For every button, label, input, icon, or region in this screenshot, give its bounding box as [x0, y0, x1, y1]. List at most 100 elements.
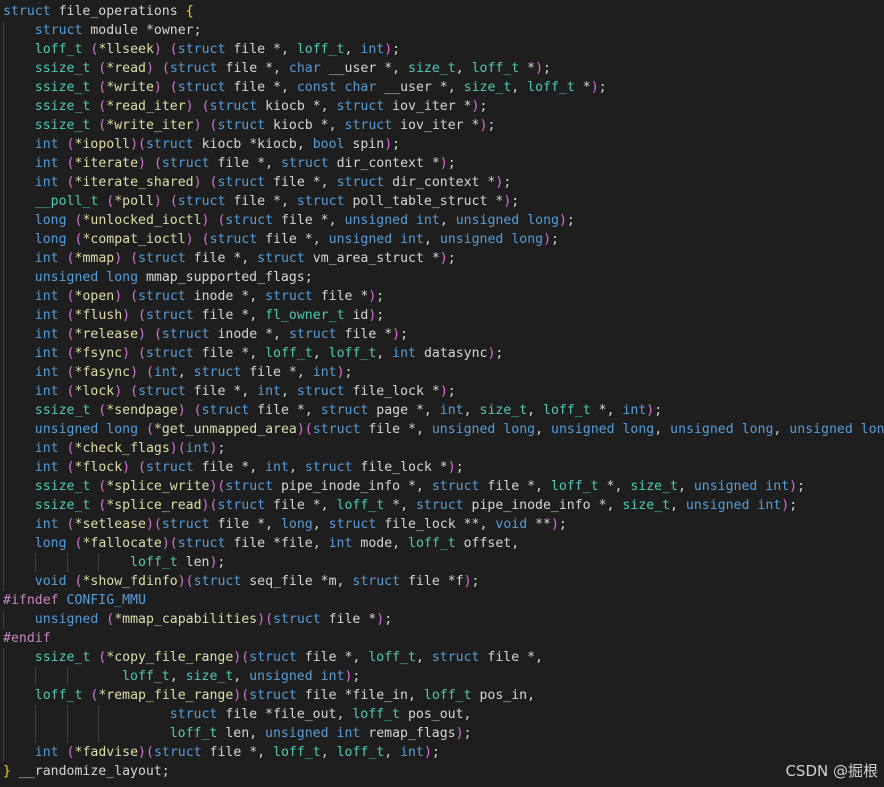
code-token: file *, [225, 194, 297, 209]
code-token: ( [169, 536, 178, 551]
indent-guide [3, 705, 4, 724]
code-token: loff_t [423, 688, 472, 703]
code-token: , [169, 669, 186, 684]
code-token: , [376, 346, 393, 361]
code-line: void (*show_fdinfo)(struct seq_file *m, … [0, 572, 884, 591]
code-token: ( [304, 422, 313, 437]
code-line: loff_t, size_t, unsigned int); [0, 667, 884, 686]
code-token: file *, [273, 213, 345, 228]
code-token: ( [241, 650, 250, 665]
code-token: ssize_t [34, 61, 91, 76]
code-token: *fsync [74, 346, 123, 361]
code-token: loff_t [34, 42, 83, 57]
code-token: #ifndef [3, 593, 59, 608]
code-token: ( [66, 137, 75, 152]
code-line: loff_t len, unsigned int remap_flags); [0, 724, 884, 743]
code-token: ) [185, 99, 194, 114]
code-token: int [765, 479, 790, 494]
code-token: , [281, 384, 297, 399]
code-token: *mmap [74, 251, 115, 266]
code-token: } [3, 764, 11, 779]
code-token: ( [145, 422, 154, 437]
code-token: ) [153, 194, 162, 209]
code-token: , [527, 403, 544, 418]
code-token: int [320, 669, 345, 684]
code-token: file *, [185, 384, 258, 399]
code-token: ; [447, 384, 456, 399]
code-token: file_lock * [352, 460, 448, 475]
code-token: long [860, 422, 884, 437]
code-token: struct [312, 422, 361, 437]
code-token: ) [384, 42, 393, 57]
code-token: file *, [265, 175, 337, 190]
code-token: file *file_out, [217, 707, 353, 722]
code-token: *splice_read [106, 498, 202, 513]
code-token: * [574, 80, 591, 95]
code-token: offset, [455, 536, 520, 551]
code-token: file * [336, 327, 393, 342]
code-line: ssize_t (*write) (struct file *, const c… [0, 78, 884, 97]
code-token: int [34, 346, 59, 361]
code-token: ) [161, 536, 170, 551]
code-token: struct [177, 42, 226, 57]
indent-guide [3, 553, 4, 572]
code-token: ) [130, 365, 139, 380]
code-token: *iterate_shared [74, 175, 194, 190]
code-token: struct [217, 175, 266, 190]
code-token: int [34, 175, 59, 190]
code-token: seq_file *m, [241, 574, 353, 589]
code-token: char [288, 61, 321, 76]
code-token: *get_unmapped_area [153, 422, 297, 437]
code-token: *flush [74, 308, 123, 323]
code-token: ) [463, 574, 472, 589]
code-token: , [384, 745, 401, 760]
indent-guide [34, 724, 36, 743]
code-token: ssize_t [34, 479, 91, 494]
code-token: size_t [408, 61, 456, 76]
code-token: ) [439, 384, 448, 399]
code-token: ) [558, 213, 567, 228]
code-token: struct [34, 23, 83, 38]
code-token: ( [66, 745, 75, 760]
indent-guide [98, 553, 100, 572]
code-token: ; [503, 175, 512, 190]
code-token: ( [66, 156, 75, 171]
code-token: iov_iter * [392, 118, 480, 133]
code-token: struct [153, 745, 202, 760]
code-token: loff_t [550, 479, 599, 494]
indent-guide [3, 173, 4, 192]
indent-guide [3, 401, 4, 420]
code-token: unsigned [344, 213, 409, 228]
code-token: inode *, [185, 289, 266, 304]
code-token: int [265, 460, 289, 475]
code-token: ** [527, 517, 551, 532]
code-token: , [177, 365, 194, 380]
indent-guide [3, 268, 4, 287]
code-token: , [455, 61, 472, 76]
code-token: ssize_t [34, 403, 91, 418]
code-token: file *, [225, 42, 297, 57]
code-token: int [392, 346, 416, 361]
code-editor[interactable]: struct file_operations { struct module *… [0, 0, 884, 787]
csdn-watermark: CSDN @掘根 [785, 762, 878, 780]
code-token: fl_owner_t [265, 308, 345, 323]
code-token: struct [177, 80, 226, 95]
code-token: unsigned [34, 612, 99, 627]
code-token: *unlocked_ioctl [82, 213, 202, 228]
code-token: *poll [114, 194, 154, 209]
code-token: size_t [630, 479, 678, 494]
